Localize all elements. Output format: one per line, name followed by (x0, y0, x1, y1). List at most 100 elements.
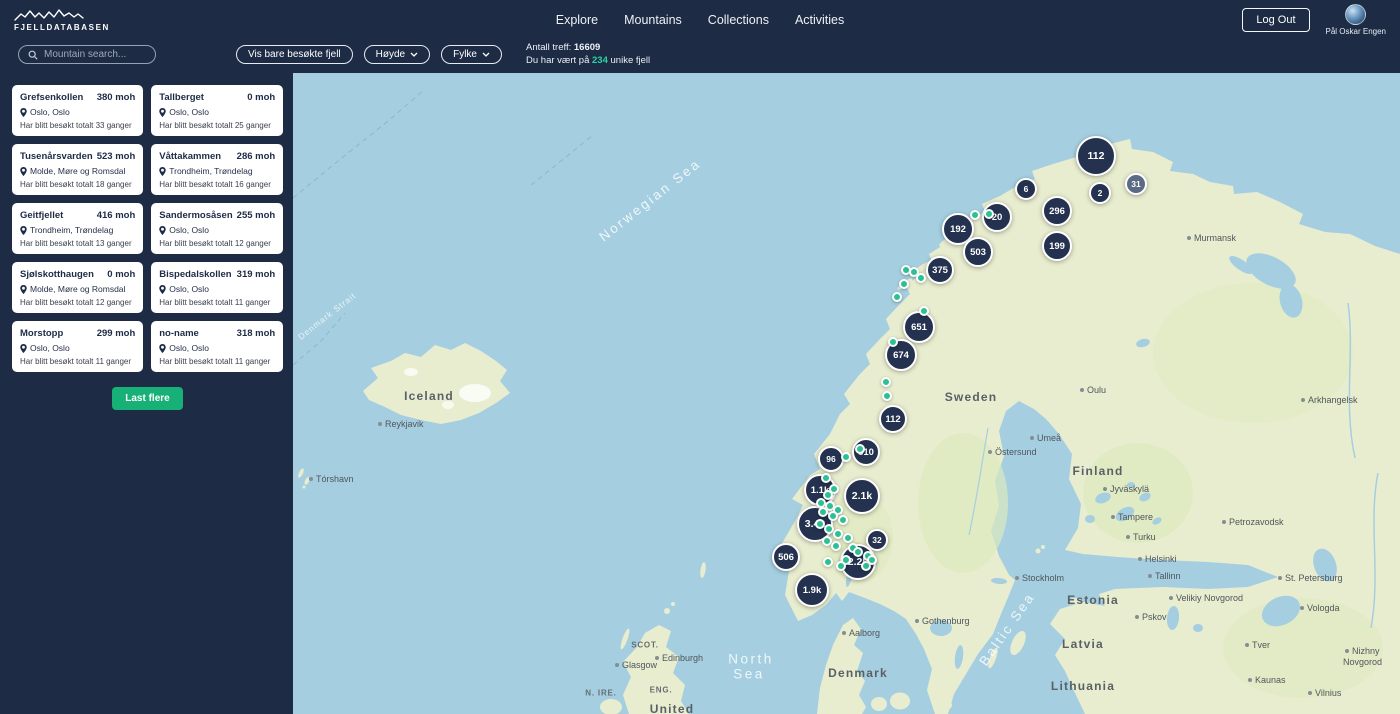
mountain-name: no-name (159, 328, 199, 339)
filter-pills: Vis bare besøkte fjell Høyde Fylke (236, 45, 502, 64)
map-mountain-dot[interactable] (984, 209, 994, 219)
mountain-elevation: 318 moh (237, 328, 276, 339)
mountain-card[interactable]: Grefsenkollen380 mohOslo, OsloHar blitt … (12, 85, 143, 136)
map-mountain-dot[interactable] (836, 561, 846, 571)
location-pin-icon (159, 108, 166, 117)
map-cluster-marker[interactable]: 506 (772, 543, 800, 571)
map-mountain-dot[interactable] (833, 529, 843, 539)
map-cluster-marker[interactable]: 31 (1125, 173, 1147, 195)
mountain-elevation: 0 moh (107, 269, 135, 280)
map-mountain-dot[interactable] (821, 473, 831, 483)
logout-button[interactable]: Log Out (1242, 8, 1309, 32)
map-mountain-dot[interactable] (841, 452, 851, 462)
nav-explore[interactable]: Explore (556, 13, 598, 27)
map-mountain-dot[interactable] (843, 533, 853, 543)
mountain-card[interactable]: Sandermosåsen255 mohOslo, OsloHar blitt … (151, 203, 283, 254)
map-cluster-marker[interactable]: 2.1k (844, 478, 880, 514)
map-mountain-dot[interactable] (828, 511, 838, 521)
map-cluster-marker[interactable]: 375 (926, 256, 954, 284)
map-mountain-dot[interactable] (882, 391, 892, 401)
results-count: 16609 (574, 42, 600, 53)
map-mountain-dot[interactable] (916, 273, 926, 283)
map-cluster-marker[interactable]: 199 (1042, 231, 1072, 261)
nav-collections[interactable]: Collections (708, 13, 769, 27)
mountain-name: Morstopp (20, 328, 63, 339)
mountain-card[interactable]: Våttakammen286 mohTrondheim, TrøndelagHa… (151, 144, 283, 195)
map-cluster-marker[interactable]: 6 (1015, 178, 1037, 200)
mountain-list-sidebar: Grefsenkollen380 mohOslo, OsloHar blitt … (0, 73, 293, 714)
height-filter-label: Høyde (376, 49, 405, 60)
location-pin-icon (20, 108, 27, 117)
map-cluster-marker[interactable]: 296 (1042, 196, 1072, 226)
app-logo[interactable]: FJELLDATABASEN (14, 8, 110, 32)
mountain-card[interactable]: Tusenårsvarden523 mohMolde, Møre og Roms… (12, 144, 143, 195)
map-cluster-marker[interactable]: 1.9k (795, 573, 829, 607)
search-icon (28, 50, 38, 60)
map-mountain-dot[interactable] (899, 279, 909, 289)
mountain-elevation: 523 moh (97, 151, 136, 162)
mountain-card-grid: Grefsenkollen380 mohOslo, OsloHar blitt … (12, 85, 283, 372)
mountain-location: Oslo, Oslo (30, 107, 70, 117)
mountain-location: Molde, Møre og Romsdal (30, 284, 125, 294)
map-mountain-dot[interactable] (853, 547, 863, 557)
map-mountain-dot[interactable] (888, 337, 898, 347)
mountain-elevation: 299 moh (97, 328, 136, 339)
visited-only-filter-button[interactable]: Vis bare besøkte fjell (236, 45, 353, 64)
app-root: FJELLDATABASEN Explore Mountains Collect… (0, 0, 1400, 714)
user-menu[interactable]: Pål Oskar Engen (1326, 4, 1386, 36)
mountain-name: Våttakammen (159, 151, 221, 162)
mountain-visit-count: Har blitt besøkt totalt 11 ganger (20, 357, 135, 366)
chevron-down-icon (482, 52, 490, 57)
height-filter-dropdown[interactable]: Høyde (364, 45, 430, 64)
map-mountain-dot[interactable] (838, 515, 848, 525)
nav-mountains[interactable]: Mountains (624, 13, 682, 27)
mountain-visit-count: Har blitt besøkt totalt 12 ganger (159, 239, 275, 248)
mountain-card[interactable]: Morstopp299 mohOslo, OsloHar blitt besøk… (12, 321, 143, 372)
filter-bar: Vis bare besøkte fjell Høyde Fylke Antal… (0, 40, 1400, 73)
mountain-card[interactable]: Bispedalskollen319 mohOslo, OsloHar blit… (151, 262, 283, 313)
visited-count: 234 (592, 55, 608, 66)
map-cluster-marker[interactable]: 112 (879, 405, 907, 433)
map[interactable]: IcelandSwedenFinlandEstoniaLatviaLithuan… (293, 73, 1400, 714)
mountain-card[interactable]: no-name318 mohOslo, OsloHar blitt besøkt… (151, 321, 283, 372)
location-pin-icon (159, 344, 166, 353)
load-more-button[interactable]: Last flere (112, 387, 182, 410)
map-mountain-dot[interactable] (831, 541, 841, 551)
mountain-location: Trondheim, Trøndelag (30, 225, 113, 235)
map-mountain-dot[interactable] (892, 292, 902, 302)
location-pin-icon (20, 226, 27, 235)
map-mountain-dot[interactable] (818, 507, 828, 517)
map-mountain-dot[interactable] (881, 377, 891, 387)
map-cluster-marker[interactable]: 2 (1089, 182, 1111, 204)
user-avatar[interactable] (1345, 4, 1366, 25)
county-filter-label: Fylke (453, 49, 477, 60)
map-cluster-marker[interactable]: 96 (818, 446, 844, 472)
mountain-range-icon (14, 8, 84, 22)
map-mountain-dot[interactable] (970, 210, 980, 220)
search-input[interactable] (44, 49, 146, 60)
map-mountain-dot[interactable] (823, 557, 833, 567)
user-name: Pål Oskar Engen (1326, 27, 1386, 36)
mountain-visit-count: Har blitt besøkt totalt 18 ganger (20, 180, 135, 189)
visited-suffix: unike fjell (611, 55, 651, 66)
mountain-location: Oslo, Oslo (169, 225, 209, 235)
mountain-visit-count: Har blitt besøkt totalt 16 ganger (159, 180, 275, 189)
map-cluster-marker[interactable]: 503 (963, 237, 993, 267)
mountain-location: Oslo, Oslo (169, 107, 209, 117)
mountain-visit-count: Har blitt besøkt totalt 11 ganger (159, 357, 275, 366)
top-navbar: FJELLDATABASEN Explore Mountains Collect… (0, 0, 1400, 40)
map-cluster-marker[interactable]: 651 (903, 311, 935, 343)
mountain-elevation: 380 moh (97, 92, 136, 103)
mountain-card[interactable]: Sjølskotthaugen0 mohMolde, Møre og Romsd… (12, 262, 143, 313)
mountain-search[interactable] (18, 45, 156, 64)
map-mountain-dot[interactable] (867, 555, 877, 565)
map-mountain-dot[interactable] (855, 444, 865, 454)
county-filter-dropdown[interactable]: Fylke (441, 45, 502, 64)
mountain-card[interactable]: Geitfjellet416 mohTrondheim, TrøndelagHa… (12, 203, 143, 254)
map-mountain-dot[interactable] (919, 306, 929, 316)
map-cluster-marker[interactable]: 112 (1076, 136, 1116, 176)
results-summary: Antall treff: 16609 Du har vært på 234 u… (526, 42, 650, 68)
nav-activities[interactable]: Activities (795, 13, 844, 27)
mountain-elevation: 319 moh (237, 269, 276, 280)
mountain-card[interactable]: Tallberget0 mohOslo, OsloHar blitt besøk… (151, 85, 283, 136)
